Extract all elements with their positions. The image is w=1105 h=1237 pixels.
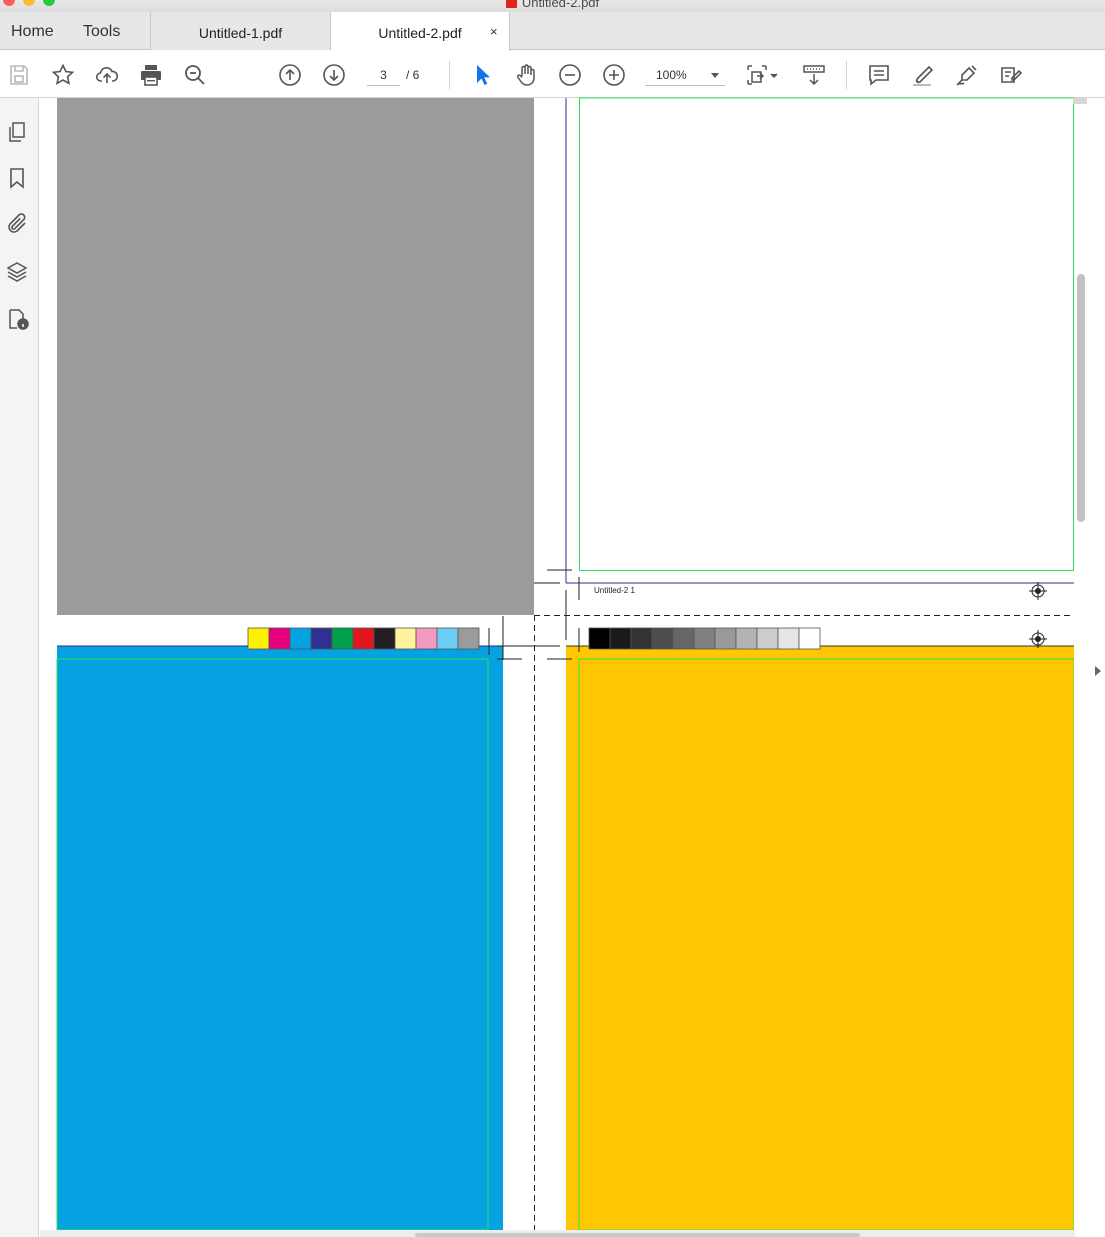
gray-page-area (57, 98, 534, 615)
color-swatch (268, 627, 291, 650)
color-swatch (394, 627, 417, 650)
yellow-page-area (566, 646, 1074, 1230)
registration-target-icon (1029, 582, 1047, 600)
gray-swatch (630, 627, 653, 650)
white-page-trim-box (579, 97, 1074, 571)
color-swatch (247, 627, 270, 650)
scrollbar-top-cap (1073, 98, 1087, 104)
gray-swatch (651, 627, 674, 650)
document-page-artwork: Untitled-2 1 (56, 97, 1075, 1231)
gray-swatch (777, 627, 800, 650)
gray-swatch (588, 627, 611, 650)
gray-swatch (714, 627, 737, 650)
gray-swatch (735, 627, 758, 650)
gray-swatch (672, 627, 695, 650)
vertical-scrollbar[interactable] (1074, 98, 1090, 1237)
gray-swatch (693, 627, 716, 650)
color-swatch (436, 627, 459, 650)
gray-swatch (798, 627, 821, 650)
registration-target-icon (1029, 630, 1047, 648)
color-swatch (310, 627, 333, 650)
page-slug-label: Untitled-2 1 (594, 586, 635, 595)
color-swatch (373, 627, 396, 650)
color-swatch (289, 627, 312, 650)
gray-swatch (756, 627, 779, 650)
color-swatch (352, 627, 375, 650)
color-swatch (331, 627, 354, 650)
vertical-scroll-thumb[interactable] (1077, 274, 1085, 522)
blue-page-area (57, 646, 503, 1230)
gray-bar (588, 627, 821, 650)
color-swatch (457, 627, 480, 650)
color-swatch (415, 627, 438, 650)
gray-swatch (609, 627, 632, 650)
pdf-viewer-window: Untitled-2.pdf Home Tools Untitled-1.pdf… (0, 0, 1105, 1237)
horizontal-scroll-thumb[interactable] (415, 1233, 860, 1237)
color-bar (247, 627, 480, 650)
